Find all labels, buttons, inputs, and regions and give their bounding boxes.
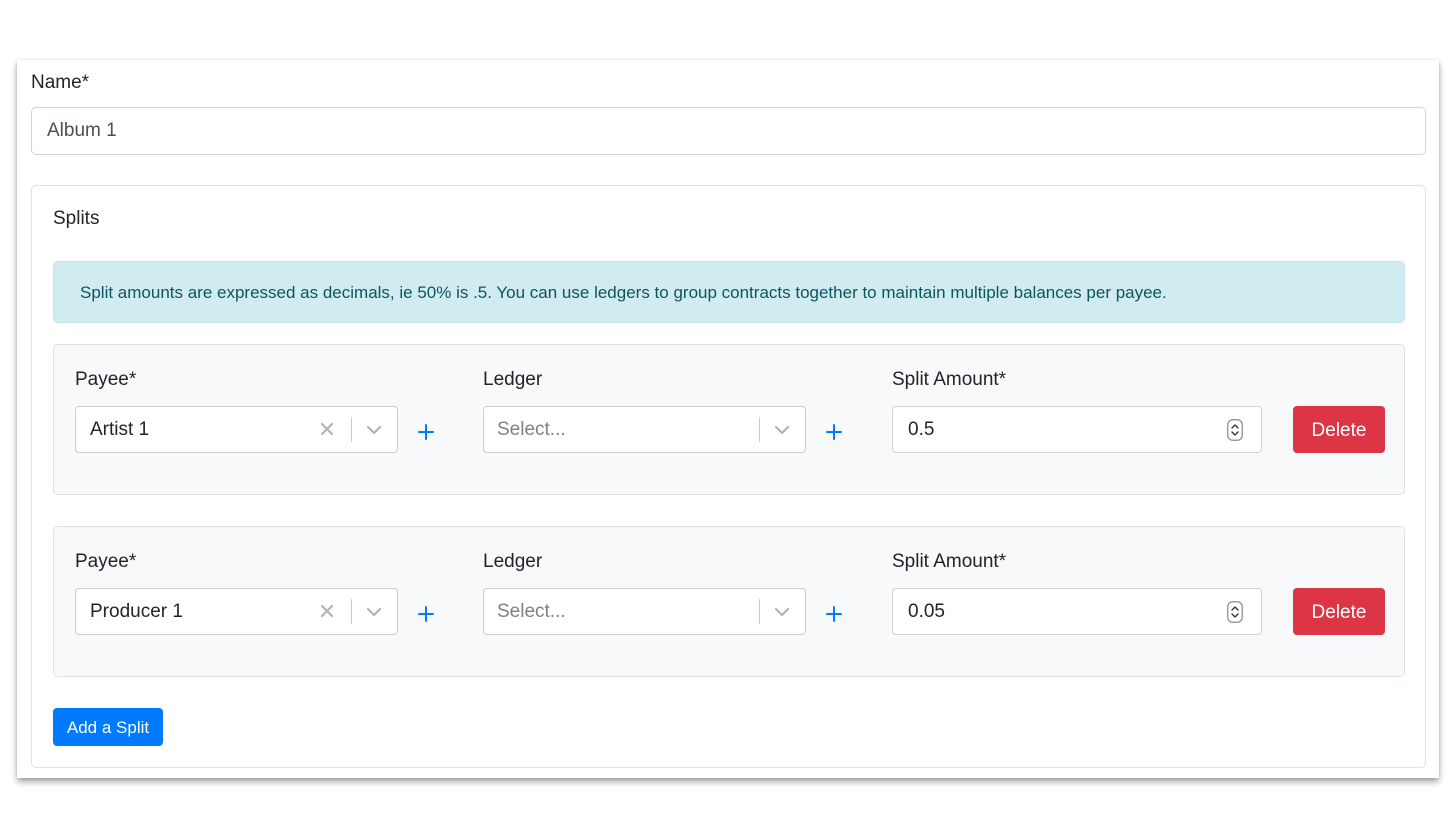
ledger-label: Ledger: [483, 551, 543, 572]
indicator-separator: [351, 417, 352, 442]
x-icon[interactable]: [318, 602, 336, 620]
payee-select[interactable]: Producer 1: [75, 588, 398, 635]
payee-select[interactable]: Artist 1: [75, 406, 398, 453]
number-spinner-icon[interactable]: [1227, 601, 1243, 623]
split-amount-input[interactable]: 0.05: [892, 588, 1262, 635]
chevron-down-icon[interactable]: [772, 421, 792, 439]
payee-label: Payee*: [75, 551, 137, 572]
info-alert: Split amounts are expressed as decimals,…: [53, 261, 1405, 323]
delete-button[interactable]: Delete: [1293, 406, 1385, 453]
payee-select-value: Producer 1: [90, 601, 183, 622]
name-label: Name*: [31, 72, 90, 93]
name-input[interactable]: [31, 107, 1426, 155]
delete-button[interactable]: Delete: [1293, 588, 1385, 635]
splits-section: Splits Split amounts are expressed as de…: [31, 185, 1426, 768]
add-payee-plus-icon[interactable]: [417, 423, 435, 441]
split-amount-value: 0.5: [908, 419, 935, 440]
payee-label: Payee*: [75, 369, 137, 390]
indicator-separator: [351, 599, 352, 624]
chevron-down-icon[interactable]: [364, 421, 384, 439]
split-row: Payee* Artist 1 Ledger Select... Split A…: [53, 344, 1405, 495]
ledger-select[interactable]: Select...: [483, 588, 806, 635]
add-payee-plus-icon[interactable]: [417, 605, 435, 623]
indicator-separator: [759, 417, 760, 442]
ledger-select-placeholder: Select...: [497, 601, 566, 622]
x-icon[interactable]: [318, 420, 336, 438]
splits-title: Splits: [53, 208, 100, 229]
ledger-select-placeholder: Select...: [497, 419, 566, 440]
ledger-label: Ledger: [483, 369, 543, 390]
chevron-down-icon[interactable]: [772, 603, 792, 621]
split-amount-label: Split Amount*: [892, 551, 1007, 572]
split-form-card: Name* Splits Split amounts are expressed…: [17, 60, 1439, 778]
add-ledger-plus-icon[interactable]: [825, 423, 843, 441]
chevron-down-icon[interactable]: [364, 603, 384, 621]
ledger-select[interactable]: Select...: [483, 406, 806, 453]
add-ledger-plus-icon[interactable]: [825, 605, 843, 623]
payee-select-value: Artist 1: [90, 419, 150, 440]
add-split-button[interactable]: Add a Split: [53, 708, 163, 746]
split-row: Payee* Producer 1 Ledger Select... Split…: [53, 526, 1405, 677]
split-amount-label: Split Amount*: [892, 369, 1007, 390]
split-amount-value: 0.05: [908, 601, 945, 622]
indicator-separator: [759, 599, 760, 624]
split-amount-input[interactable]: 0.5: [892, 406, 1262, 453]
number-spinner-icon[interactable]: [1227, 419, 1243, 441]
